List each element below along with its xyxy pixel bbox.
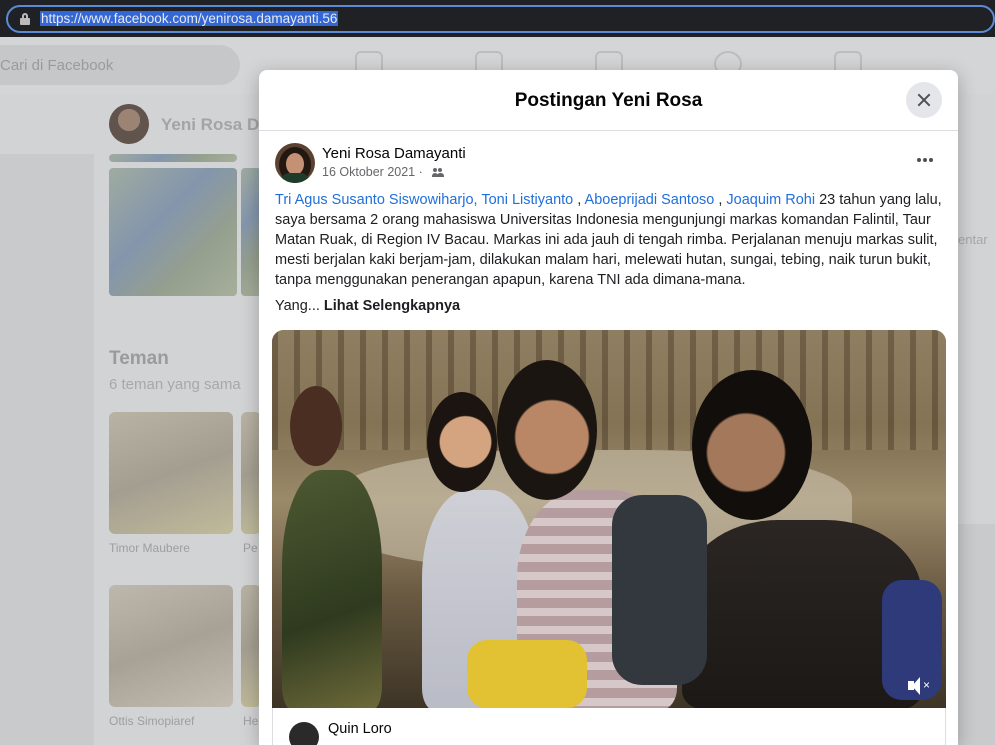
- post-meta: 16 Oktober 2021 ·: [322, 165, 445, 179]
- friend-photo[interactable]: [109, 412, 233, 534]
- shared-post-author[interactable]: Quin Loro: [328, 721, 392, 737]
- tagged-person-link[interactable]: Toni Listiyanto: [481, 192, 573, 208]
- browser-toolbar: https://www.facebook.com/yenirosa.damaya…: [0, 0, 995, 37]
- video-figure: [282, 470, 382, 708]
- friend-name[interactable]: Pe: [243, 541, 258, 555]
- friend-name[interactable]: Ottis Simopiaref: [109, 714, 194, 728]
- tag-separator: ,: [714, 192, 727, 208]
- friends-audience-icon[interactable]: [432, 168, 445, 178]
- friend-photo[interactable]: [109, 585, 233, 707]
- friend-photo[interactable]: [241, 412, 261, 534]
- search-placeholder: Cari di Facebook: [0, 57, 114, 74]
- video-figure: [692, 370, 812, 520]
- video-figure: [427, 392, 497, 492]
- post-dialog: Postingan Yeni Rosa Yeni Rosa Damayanti …: [259, 70, 958, 745]
- comment-label: entar: [958, 232, 988, 247]
- photo-thumbnail[interactable]: [109, 154, 237, 162]
- address-bar[interactable]: https://www.facebook.com/yenirosa.damaya…: [6, 5, 995, 33]
- post-date[interactable]: 16 Oktober 2021 ·: [322, 165, 423, 179]
- lock-icon[interactable]: [20, 13, 30, 25]
- friends-title[interactable]: Teman: [109, 348, 169, 370]
- friend-name[interactable]: He: [243, 714, 258, 728]
- dialog-header: Postingan Yeni Rosa: [259, 70, 958, 131]
- url-text[interactable]: https://www.facebook.com/yenirosa.damaya…: [40, 11, 339, 26]
- avatar[interactable]: [275, 143, 315, 183]
- post-text: Tri Agus Susanto Siswowiharjo, Toni List…: [275, 190, 947, 290]
- video-figure: [612, 495, 707, 685]
- truncated-text: Yang...: [275, 298, 324, 314]
- tagged-person-link[interactable]: Joaquim Rohi: [726, 192, 815, 208]
- post-author[interactable]: Yeni Rosa Damayanti: [322, 145, 466, 162]
- search-input[interactable]: Cari di Facebook: [0, 45, 240, 85]
- friends-subtitle: 6 teman yang sama: [109, 376, 241, 393]
- tagged-person-link[interactable]: Tri Agus Susanto Siswowiharjo,: [275, 192, 478, 208]
- friend-name[interactable]: Timor Maubere: [109, 541, 190, 555]
- close-button[interactable]: [906, 82, 942, 118]
- see-more-link[interactable]: Lihat Selengkapnya: [324, 298, 460, 314]
- photo-thumbnail[interactable]: [109, 168, 237, 296]
- tagged-person-link[interactable]: Aboeprijadi Santoso: [585, 192, 715, 208]
- more-options-button[interactable]: [907, 150, 943, 170]
- photo-thumbnail[interactable]: [241, 168, 261, 296]
- video-figure: [497, 360, 597, 500]
- profile-name[interactable]: Yeni Rosa Da: [161, 115, 269, 135]
- friend-photo[interactable]: [241, 585, 261, 707]
- dialog-title: Postingan Yeni Rosa: [514, 90, 703, 111]
- tag-separator: ,: [573, 192, 585, 208]
- avatar[interactable]: [109, 104, 149, 144]
- shared-post-header: Quin Loro: [272, 708, 946, 745]
- see-more-line: Yang... Lihat Selengkapnya: [275, 298, 460, 314]
- avatar[interactable]: [289, 722, 319, 745]
- video-figure: [290, 386, 342, 466]
- mute-icon[interactable]: ×: [906, 676, 932, 696]
- post-card-background: [958, 154, 995, 524]
- video-figure: [467, 640, 587, 708]
- shared-video[interactable]: ×: [272, 330, 946, 708]
